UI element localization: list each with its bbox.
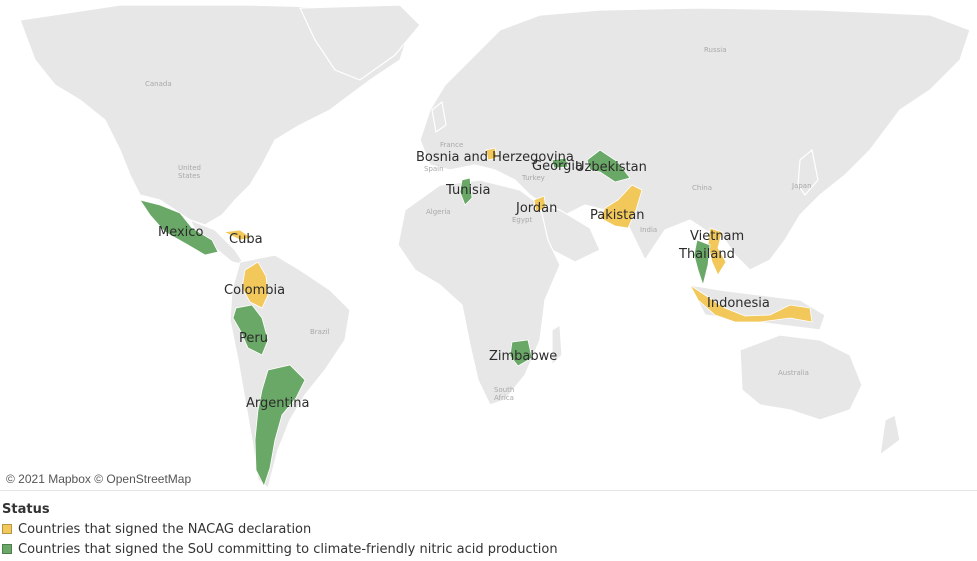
label-algeria: Algeria [426,208,451,216]
label-pakistan: Pakistan [590,208,644,223]
label-russia: Russia [704,46,727,54]
label-colombia: Colombia [224,283,285,298]
label-tunisia: Tunisia [445,183,490,198]
label-france: France [440,141,463,149]
label-south-africa-1: South [494,386,514,394]
legend-label-sou: Countries that signed the SoU committing… [18,541,558,557]
label-south-africa-2: Africa [494,394,514,402]
label-peru: Peru [239,331,268,346]
label-japan: Japan [791,182,812,190]
label-canada: Canada [145,80,172,88]
label-india: India [640,226,657,234]
land-new-zealand [879,414,901,457]
label-mexico: Mexico [158,225,203,240]
world-map[interactable]: Canada United States Russia China India … [0,0,977,490]
label-united-states-1: United [178,164,201,172]
land-australia [739,334,863,421]
base-land [19,4,971,490]
label-australia: Australia [778,369,809,377]
map-view[interactable]: Canada United States Russia China India … [0,0,977,491]
label-cuba: Cuba [229,232,263,247]
label-china: China [692,184,712,192]
legend-item-nacag[interactable]: Countries that signed the NACAG declarat… [2,519,558,539]
label-argentina: Argentina [246,396,309,411]
legend-title: Status [2,502,50,517]
label-zimbabwe: Zimbabwe [489,349,557,364]
label-spain: Spain [424,165,444,173]
label-indonesia: Indonesia [707,296,770,311]
label-uzbekistan: Uzbekistan [575,160,647,175]
label-brazil: Brazil [310,328,330,336]
label-thailand: Thailand [678,247,735,262]
label-turkey: Turkey [521,174,545,182]
map-attribution[interactable]: © 2021 Mapbox © OpenStreetMap [6,472,191,486]
label-united-states-2: States [178,172,201,180]
legend-swatch-sou [2,544,12,554]
label-jordan: Jordan [515,201,557,216]
legend: Status Countries that signed the NACAG d… [2,502,558,559]
label-vietnam: Vietnam [690,229,744,244]
legend-item-sou[interactable]: Countries that signed the SoU committing… [2,539,558,559]
legend-swatch-nacag [2,524,12,534]
label-egypt: Egypt [512,216,532,224]
legend-label-nacag: Countries that signed the NACAG declarat… [18,521,312,537]
